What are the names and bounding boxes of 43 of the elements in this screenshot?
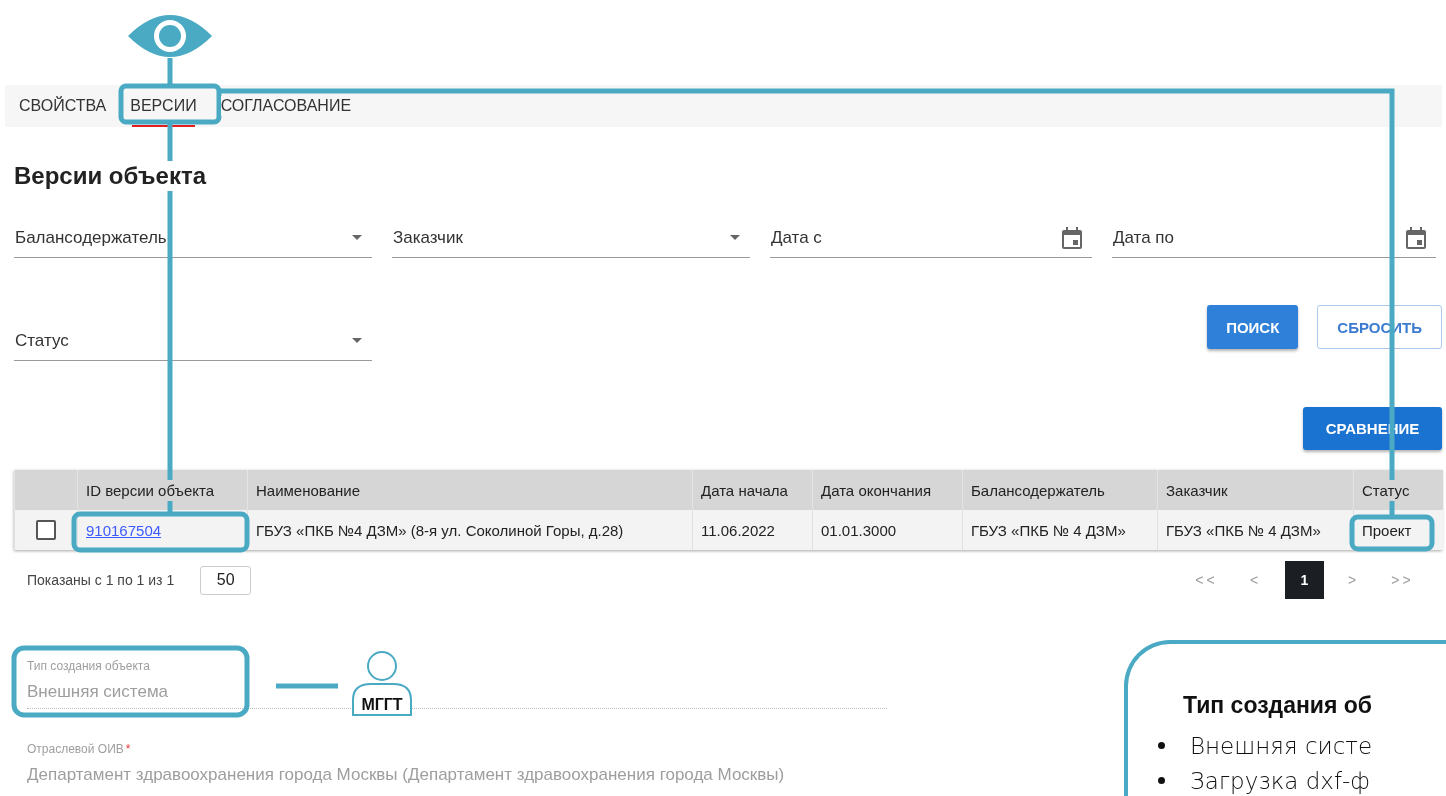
select-field[interactable]: Заказчик (392, 222, 750, 258)
connector-line (167, 58, 173, 86)
tab[interactable]: СОГЛАСОВАНИЕ (208, 85, 364, 127)
table-cell: 01.01.3000 (821, 521, 897, 539)
page-size-field[interactable]: 50 (200, 565, 252, 595)
callout-title: Тип создания об (1183, 691, 1374, 720)
calendar-icon (1406, 226, 1426, 249)
compare-button[interactable]: СРАВНЕНИЕ (1303, 407, 1442, 450)
page-title: Версии объекта (14, 161, 206, 191)
caret-icon (352, 338, 362, 343)
table-cell: ГБУЗ «ПКБ № 4 ДЗМ» (1166, 521, 1321, 539)
calendar-icon (1062, 226, 1082, 249)
caret-icon (730, 235, 740, 240)
callout-item: Загрузка dxf-ф (1190, 767, 1370, 794)
table-cell: Проект (1362, 521, 1412, 539)
tab[interactable]: СВОЙСТВА (7, 85, 119, 127)
version-id-link[interactable]: 910167504 (86, 521, 162, 539)
select-field[interactable]: Статус (14, 325, 372, 361)
eye-icon (128, 15, 212, 57)
bullet-icon (1158, 742, 1165, 749)
readonly-field: Департамент здравоохранения города Москвы (Департамент здравоохранения города Москвы) (27, 757, 887, 785)
results-summary: Показаны с 1 по 1 из 1 (27, 572, 175, 588)
table-cell: 11.06.2022 (701, 521, 775, 539)
caret-icon (352, 235, 362, 240)
checkbox[interactable] (36, 520, 56, 540)
person-icon (351, 650, 413, 716)
field-label: Отраслевой ОИВ (27, 742, 124, 756)
field-label: Тип создания объекта (27, 659, 150, 673)
select-field[interactable]: Балансодержатель (14, 222, 372, 258)
table-cell: ГБУЗ «ПКБ № 4 ДЗМ» (971, 521, 1126, 539)
page-button[interactable]: 1 (1285, 561, 1324, 599)
tab[interactable]: ВЕРСИИ (118, 85, 209, 127)
connector-line (276, 683, 338, 689)
required-mark: * (125, 742, 131, 756)
column-header: Статус (1362, 479, 1410, 501)
date-field[interactable]: Дата по (1112, 222, 1436, 258)
badge-label: МГГТ (360, 696, 404, 714)
search-button[interactable]: ПОИСК (1207, 305, 1299, 349)
table-cell: ГБУЗ «ПКБ №4 ДЗМ» (8-я ул. Соколиной Горы, д.28) (256, 521, 624, 539)
callout-item: Внешняя систе (1190, 732, 1373, 759)
bullet-icon (1158, 777, 1165, 784)
date-field[interactable]: Дата с (770, 222, 1092, 258)
column-header: ID версии объекта (86, 479, 214, 501)
